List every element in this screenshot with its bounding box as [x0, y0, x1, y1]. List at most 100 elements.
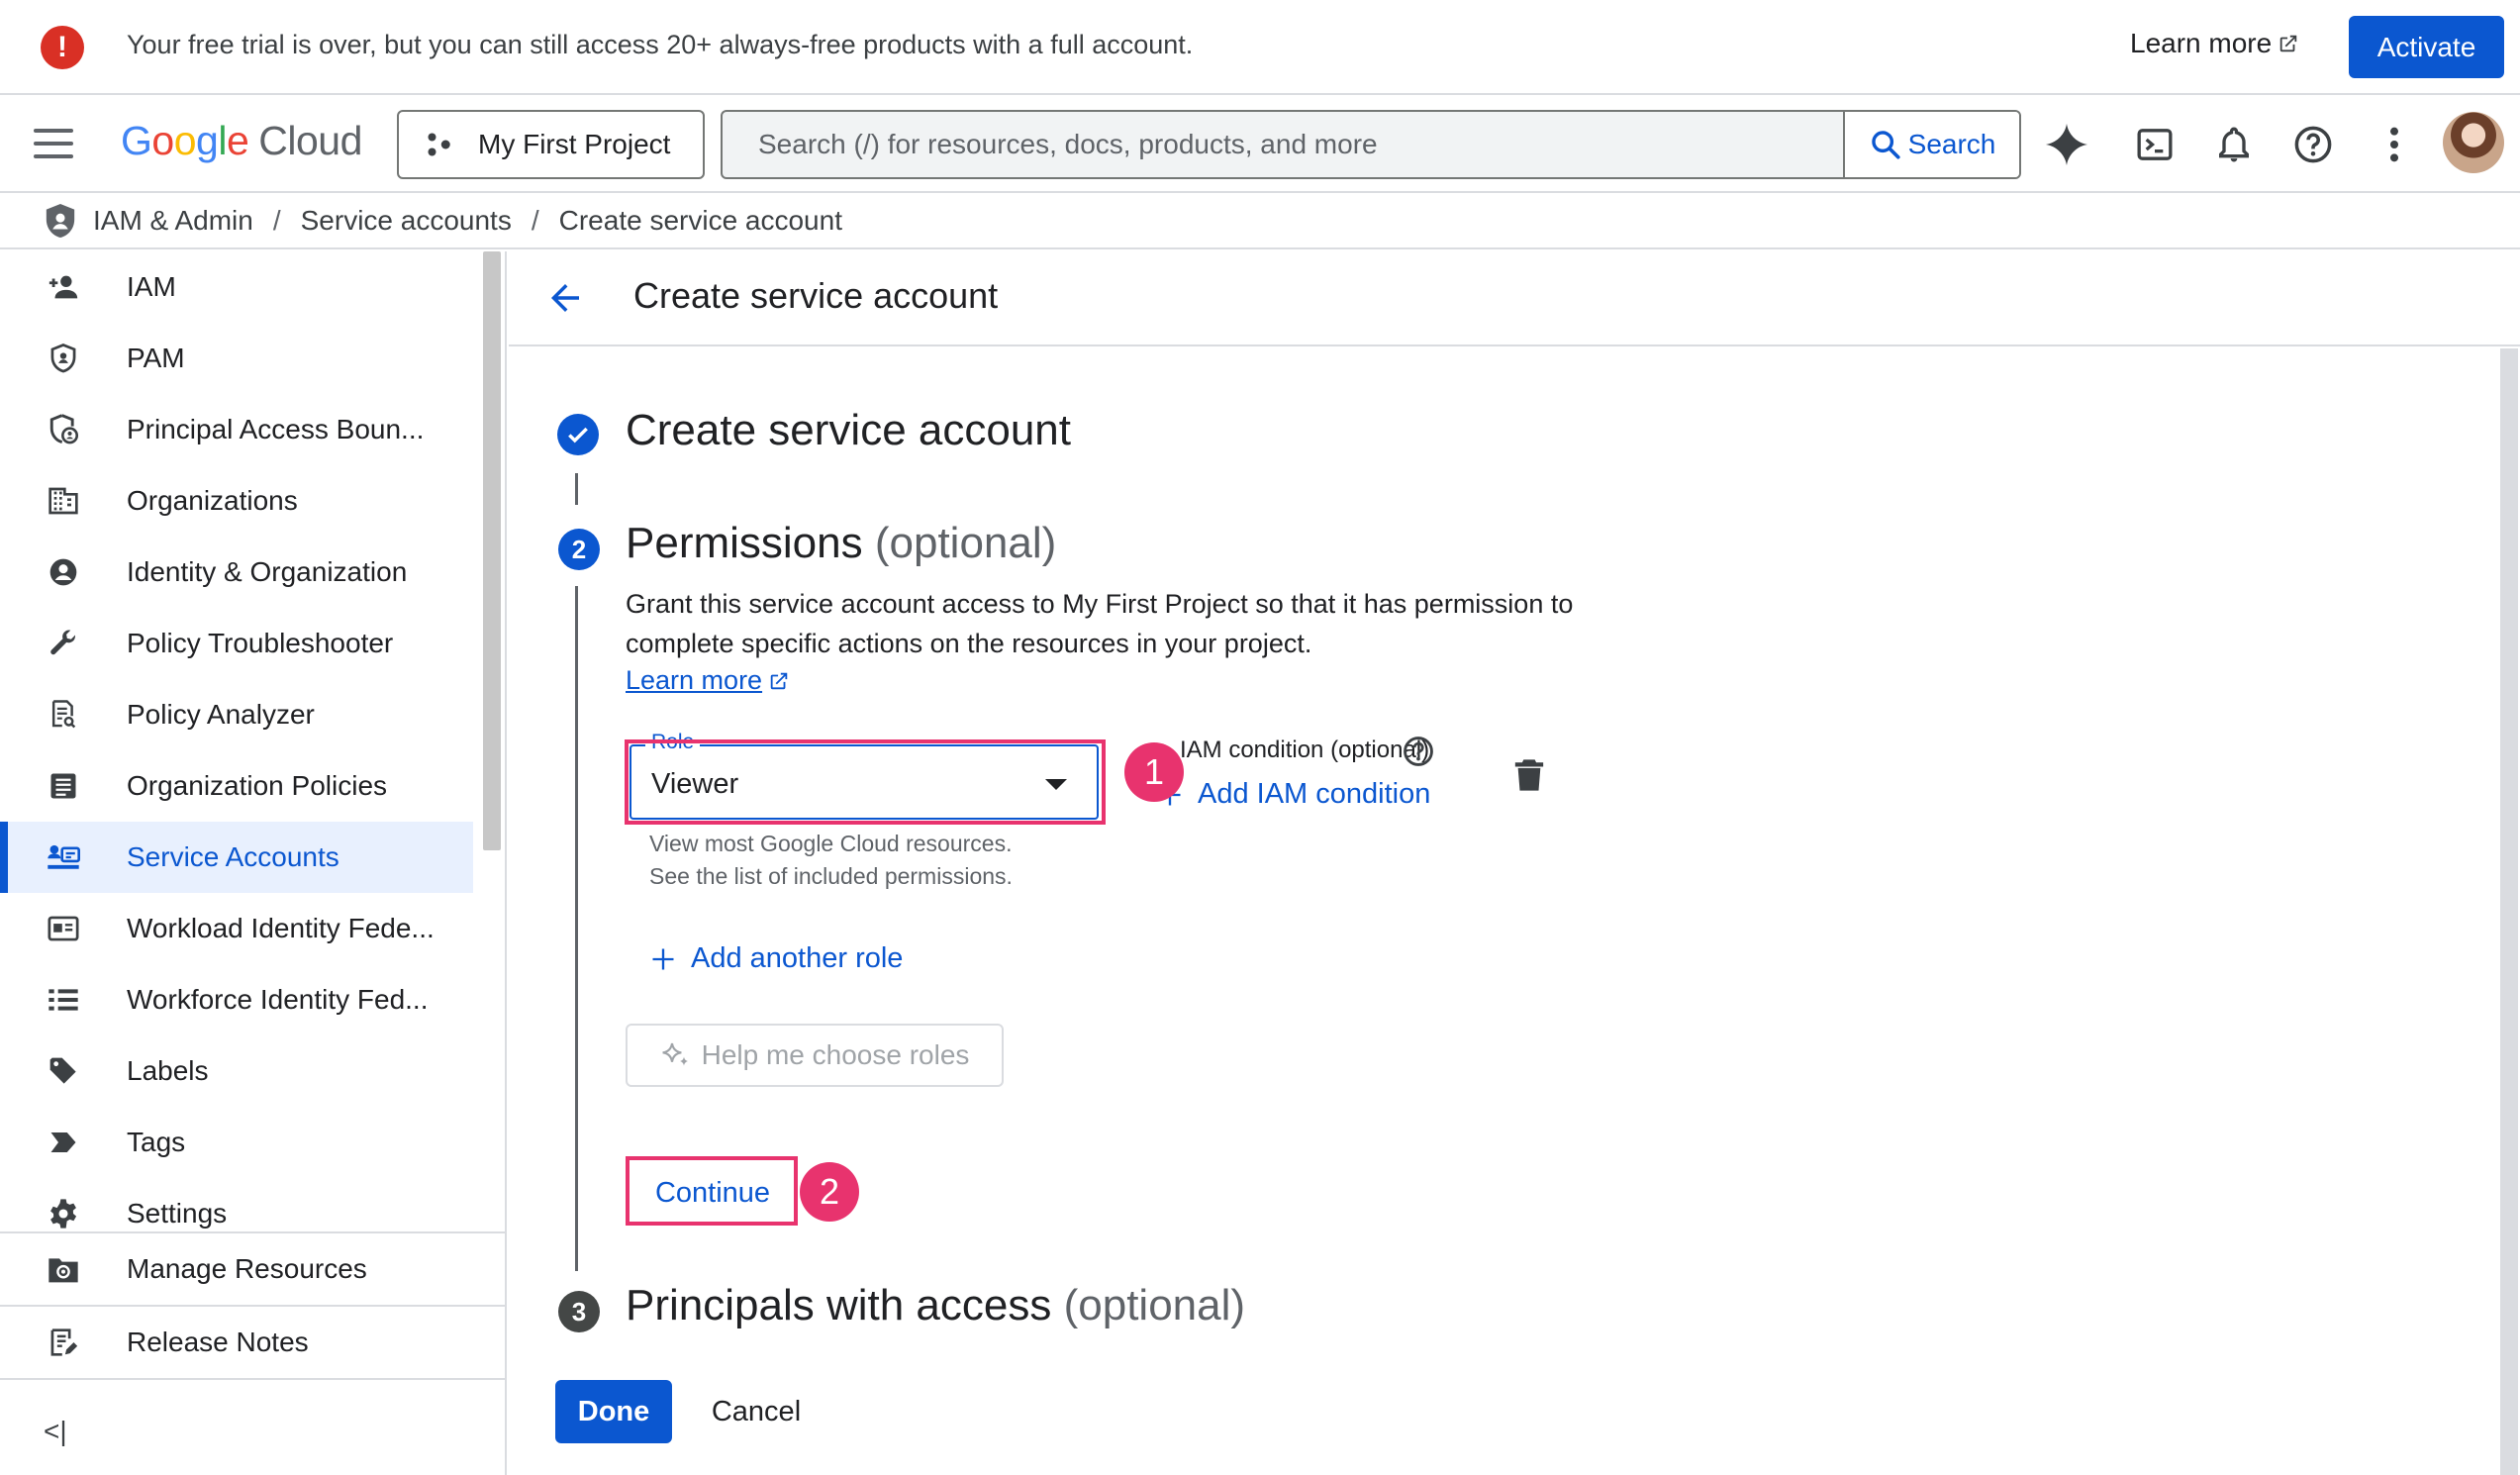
sidebar-item-label: Tags	[127, 1127, 186, 1157]
document-search-icon	[44, 695, 83, 735]
search-bar: Search	[721, 110, 2021, 179]
sidebar-item-label: Workload Identity Fede...	[127, 913, 435, 943]
sidebar: IAM PAM Principal Access Boun... Organiz…	[0, 251, 507, 1475]
stepper-connector	[575, 586, 578, 1271]
more-vert-icon[interactable]	[2370, 120, 2419, 169]
google-cloud-logo[interactable]: Google Cloud	[121, 118, 362, 164]
add-iam-condition-label: Add IAM condition	[1198, 778, 1431, 810]
step-2-optional: (optional)	[874, 519, 1057, 567]
account-circle-icon	[44, 552, 83, 592]
annotation-highlight-role	[625, 739, 1106, 825]
search-button[interactable]: Search	[1843, 112, 2019, 177]
sidebar-item-labels[interactable]: Labels	[0, 1035, 473, 1107]
search-icon	[1871, 131, 1900, 159]
main-scrollbar[interactable]	[2500, 348, 2518, 1475]
permissions-description: Grant this service account access to My …	[626, 589, 1574, 658]
sidebar-item-label: Policy Troubleshooter	[127, 628, 394, 658]
breadcrumb: IAM & Admin / Service accounts / Create …	[0, 194, 2520, 249]
sidebar-item-service-accounts[interactable]: Service Accounts	[0, 822, 473, 893]
logo-letter: e	[226, 118, 249, 163]
sidebar-item-manage-resources[interactable]: Manage Resources	[0, 1233, 505, 1307]
sidebar-item-workforce-identity-federation[interactable]: Workforce Identity Fed...	[0, 964, 473, 1035]
logo-letter: o	[173, 118, 197, 163]
project-picker-button[interactable]: My First Project	[397, 110, 705, 179]
breadcrumb-service-accounts[interactable]: Service accounts	[301, 205, 512, 237]
step-3-title: Principals with access (optional)	[626, 1281, 1245, 1330]
sidebar-item-identity-organization[interactable]: Identity & Organization	[0, 537, 473, 608]
help-icon[interactable]	[1402, 735, 1435, 768]
sidebar-item-label: Manage Resources	[127, 1253, 367, 1284]
permissions-learn-more-link[interactable]: Learn more	[626, 665, 790, 696]
logo-letter: g	[196, 118, 219, 163]
sidebar-bottom-section: Manage Resources Release Notes	[0, 1231, 505, 1380]
sidebar-item-label: IAM	[127, 271, 176, 302]
annotation-highlight-continue	[626, 1156, 798, 1226]
activate-button[interactable]: Activate	[2349, 16, 2504, 78]
logo-letter: o	[151, 118, 174, 163]
step-3-number: 3	[558, 1291, 600, 1332]
notes-icon	[44, 1323, 83, 1362]
back-arrow-icon[interactable]	[544, 277, 586, 319]
add-iam-condition-button[interactable]: Add IAM condition	[1156, 778, 1430, 811]
sidebar-item-iam[interactable]: IAM	[0, 251, 473, 323]
sidebar-item-policy-analyzer[interactable]: Policy Analyzer	[0, 679, 473, 750]
sidebar-item-label: PAM	[127, 343, 185, 373]
sidebar-item-label: Release Notes	[127, 1327, 309, 1357]
search-input[interactable]	[723, 112, 1843, 177]
step-1-title-text: Create service account	[626, 406, 1071, 454]
banner-learn-more-link[interactable]: Learn more	[2130, 28, 2299, 59]
iam-condition-label: IAM condition (optional)	[1180, 737, 1430, 763]
notifications-bell-icon[interactable]	[2209, 120, 2259, 169]
folder-gear-icon	[44, 1249, 83, 1289]
sidebar-item-principal-access-boundary[interactable]: Principal Access Boun...	[0, 394, 473, 465]
stepper-connector	[575, 473, 578, 505]
logo-letter: G	[121, 118, 152, 163]
sidebar-item-label: Organization Policies	[127, 770, 388, 801]
trial-message: Your free trial is over, but you can sti…	[127, 30, 1194, 59]
sidebar-item-workload-identity-federation[interactable]: Workload Identity Fede...	[0, 893, 473, 964]
help-me-choose-roles-label: Help me choose roles	[701, 1039, 970, 1070]
gear-icon	[44, 1194, 83, 1233]
sidebar-item-pam[interactable]: PAM	[0, 323, 473, 394]
shield-icon	[44, 339, 83, 378]
shield-user-icon	[44, 410, 83, 449]
cloud-shell-terminal-icon[interactable]	[2130, 120, 2180, 169]
help-icon[interactable]	[2288, 120, 2338, 169]
logo-letter: l	[218, 118, 227, 163]
sidebar-item-policy-troubleshooter[interactable]: Policy Troubleshooter	[0, 608, 473, 679]
sidebar-item-label: Principal Access Boun...	[127, 414, 425, 444]
gemini-sparkle-icon[interactable]	[2042, 120, 2091, 169]
delete-trash-icon[interactable]	[1514, 758, 1544, 792]
sidebar-item-label: Organizations	[127, 485, 298, 516]
sidebar-item-label: Service Accounts	[127, 841, 339, 872]
cancel-button[interactable]: Cancel	[691, 1380, 822, 1443]
wrench-icon	[44, 624, 83, 663]
sidebar-item-organization-policies[interactable]: Organization Policies	[0, 750, 473, 822]
sidebar-item-organizations[interactable]: Organizations	[0, 465, 473, 537]
done-button[interactable]: Done	[555, 1380, 672, 1443]
main-menu-icon[interactable]	[34, 129, 73, 158]
account-avatar[interactable]	[2443, 112, 2504, 173]
collapse-sidebar-icon[interactable]: <|	[44, 1416, 67, 1447]
step-3-optional: (optional)	[1063, 1281, 1246, 1329]
breadcrumb-current: Create service account	[558, 205, 842, 236]
help-me-choose-roles-button[interactable]: Help me choose roles	[626, 1024, 1004, 1087]
building-icon	[44, 481, 83, 521]
annotation-badge-2: 2	[800, 1162, 859, 1222]
project-name: My First Project	[478, 129, 671, 159]
open-in-new-icon	[2279, 35, 2297, 52]
breadcrumb-iam-admin[interactable]: IAM & Admin	[93, 205, 253, 237]
sidebar-scrollbar[interactable]	[483, 251, 501, 850]
sidebar-item-release-notes[interactable]: Release Notes	[0, 1307, 505, 1380]
error-icon: !	[41, 26, 84, 69]
sidebar-item-label: Workforce Identity Fed...	[127, 984, 429, 1015]
add-another-role-button[interactable]: Add another role	[649, 942, 903, 975]
sidebar-item-tags[interactable]: Tags	[0, 1107, 473, 1178]
label-arrow-icon	[44, 1123, 83, 1162]
plus-icon	[652, 948, 674, 969]
sidebar-item-label: Identity & Organization	[127, 556, 408, 587]
step-1-title: Create service account	[626, 406, 1071, 455]
banner-learn-more-label: Learn more	[2130, 28, 2273, 58]
trial-banner: ! Your free trial is over, but you can s…	[0, 0, 2520, 95]
role-hint: View most Google Cloud resources. See th…	[649, 828, 1013, 893]
